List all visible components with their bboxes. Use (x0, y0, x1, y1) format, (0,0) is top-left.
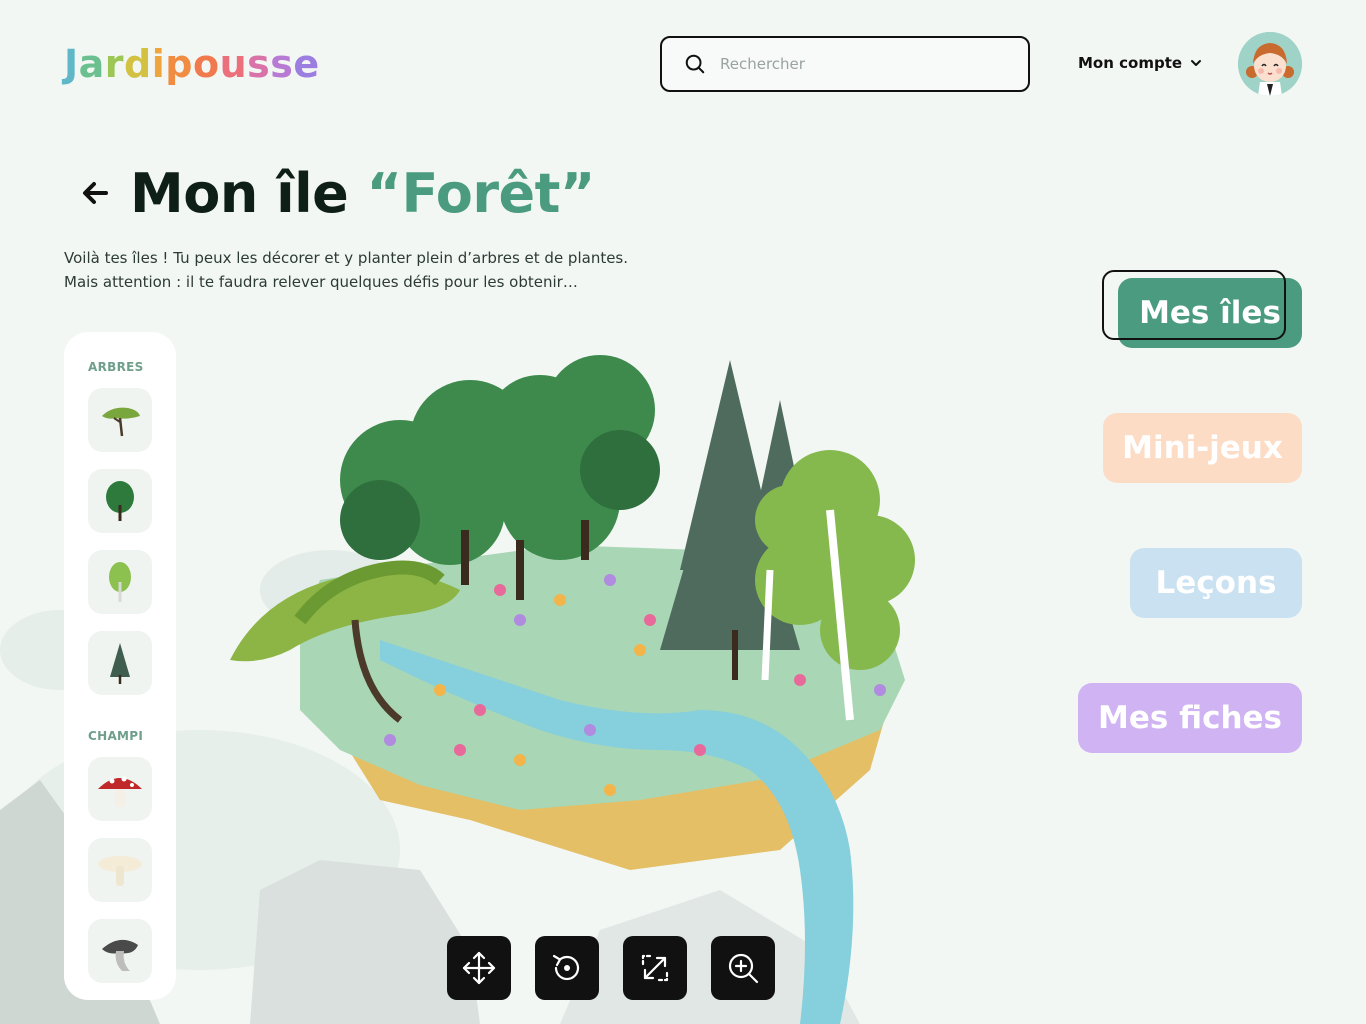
birch-tree-item[interactable] (88, 550, 152, 614)
logo-letter: s (270, 42, 294, 86)
grey-mushroom-item[interactable] (88, 919, 152, 983)
acacia-tree-item[interactable] (88, 388, 152, 452)
account-menu[interactable]: Mon compte (1078, 54, 1202, 72)
leafy-tree-item[interactable] (88, 469, 152, 533)
item-palette[interactable]: ARBRES CHAMPI (64, 332, 176, 1000)
nav-lessons-button[interactable]: Leçons (1130, 548, 1302, 618)
nav-lessons-label: Leçons (1155, 565, 1277, 601)
fir-tree-icon (110, 643, 130, 684)
search-icon (685, 54, 705, 74)
birch-tree-icon (109, 562, 131, 602)
logo-letter: d (124, 42, 152, 86)
fir-tree-item[interactable] (88, 631, 152, 695)
search-bar[interactable] (660, 36, 1030, 92)
app-logo[interactable]: Jardipousse (64, 42, 320, 86)
logo-letter: i (151, 42, 166, 86)
nav-mini-games-label: Mini-jeux (1122, 430, 1283, 466)
resize-button[interactable] (623, 936, 687, 1000)
rotate-button[interactable] (535, 936, 599, 1000)
edit-toolbar (447, 936, 775, 1000)
logo-letter: e (293, 42, 320, 86)
nav-my-sheets-button[interactable]: Mes fiches (1078, 683, 1302, 753)
zoom-in-button[interactable] (711, 936, 775, 1000)
logo-letter: a (78, 42, 105, 86)
rotate-icon (552, 954, 580, 981)
white-mushroom-icon (98, 856, 142, 886)
island-name: “Forêt” (366, 162, 596, 225)
description-line: Mais attention : il te faudra relever qu… (64, 273, 578, 291)
account-label: Mon compte (1078, 54, 1183, 72)
description-line: Voilà tes îles ! Tu peux les décorer et … (64, 249, 629, 267)
chevron-down-icon (1191, 60, 1202, 66)
red-mushroom-icon (98, 776, 142, 807)
logo-letter: o (192, 42, 220, 86)
zoom-in-icon (728, 953, 759, 984)
page-title-prefix: Mon île (130, 162, 367, 225)
girl-avatar-icon (1238, 32, 1302, 96)
logo-letter: s (247, 42, 271, 86)
page-description: Voilà tes îles ! Tu peux les décorer et … (64, 246, 684, 294)
logo-letter: p (165, 42, 193, 86)
leafy-tree-icon (106, 481, 134, 521)
nav-mini-games-button[interactable]: Mini-jeux (1103, 413, 1302, 483)
logo-letter: J (64, 42, 79, 86)
logo-letter: r (104, 42, 125, 86)
move-button[interactable] (447, 936, 511, 1000)
acacia-tree-icon (102, 407, 140, 437)
avatar[interactable] (1238, 32, 1302, 96)
move-icon (462, 951, 496, 985)
nav-my-sheets-label: Mes fiches (1097, 700, 1283, 736)
red-mushroom-item[interactable] (88, 757, 152, 821)
logo-letter: u (219, 42, 248, 86)
search-input[interactable] (720, 55, 1000, 73)
back-arrow-icon[interactable] (80, 178, 110, 208)
palette-section-title: CHAMPI (88, 729, 144, 743)
grey-mushroom-icon (102, 939, 138, 971)
page-title: Mon île “Forêt” (130, 162, 595, 225)
white-mushroom-item[interactable] (88, 838, 152, 902)
resize-icon (641, 954, 669, 982)
palette-section-title: ARBRES (88, 360, 144, 374)
nav-my-islands-outline (1102, 270, 1286, 340)
